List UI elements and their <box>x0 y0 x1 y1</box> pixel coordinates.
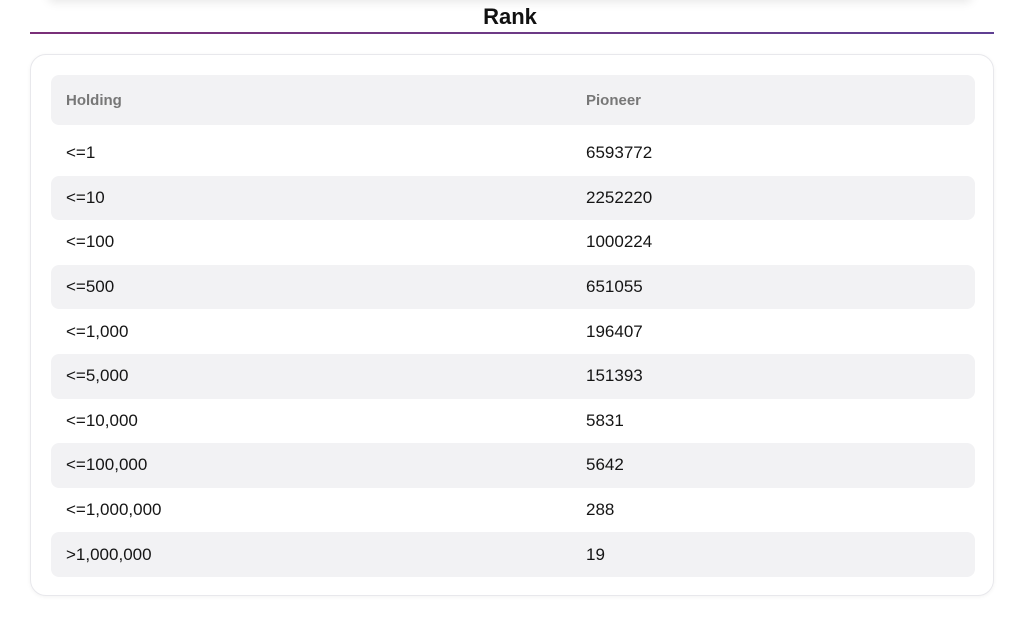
table-row: <=100,000 5642 <box>51 443 975 488</box>
pioneer-cell: 6593772 <box>586 143 653 163</box>
pioneer-cell: 196407 <box>586 321 643 341</box>
holding-cell: <=100 <box>66 232 115 252</box>
pioneer-cell: 5831 <box>586 410 624 430</box>
table-row: <=100 1000224 <box>51 220 975 265</box>
table-row: <=1 6593772 <box>51 131 975 176</box>
table-row: <=500 651055 <box>51 264 975 310</box>
table-row: <=1,000,000 288 <box>51 488 975 533</box>
table-row: <=1,000 196407 <box>51 309 975 354</box>
holding-cell: <=100,000 <box>66 455 148 475</box>
pioneer-cell: 19 <box>586 544 605 564</box>
table-row: >1,000,000 19 <box>51 532 975 577</box>
holding-cell: <=1,000,000 <box>66 500 162 520</box>
table-row: <=5,000 151393 <box>51 353 975 399</box>
pioneer-cell: 288 <box>586 500 615 520</box>
holding-cell: <=10,000 <box>66 410 138 430</box>
table-header-row: Holding Pioneer <box>51 75 975 125</box>
pioneer-cell: 2252220 <box>586 187 653 207</box>
holding-cell: <=1 <box>66 143 96 163</box>
holding-cell: <=1,000 <box>66 321 129 341</box>
pioneer-cell: 151393 <box>586 366 643 386</box>
rank-table-card: Holding Pioneer <=1 6593772 <=10 2252220… <box>30 54 994 596</box>
pioneer-cell: 1000224 <box>586 232 653 252</box>
holding-cell: >1,000,000 <box>66 544 152 564</box>
holding-cell: <=500 <box>66 277 115 297</box>
column-header-pioneer: Pioneer <box>586 91 642 109</box>
pioneer-cell: 5642 <box>586 455 624 475</box>
holding-cell: <=10 <box>66 187 105 207</box>
table-row: <=10 2252220 <box>51 175 975 221</box>
table-row: <=10,000 5831 <box>51 399 975 444</box>
rank-table: Holding Pioneer <=1 6593772 <=10 2252220… <box>51 75 975 577</box>
page-title: Rank <box>483 4 537 29</box>
title-divider <box>30 32 994 34</box>
column-header-holding: Holding <box>66 91 122 109</box>
holding-cell: <=5,000 <box>66 366 129 386</box>
pioneer-cell: 651055 <box>586 277 643 297</box>
